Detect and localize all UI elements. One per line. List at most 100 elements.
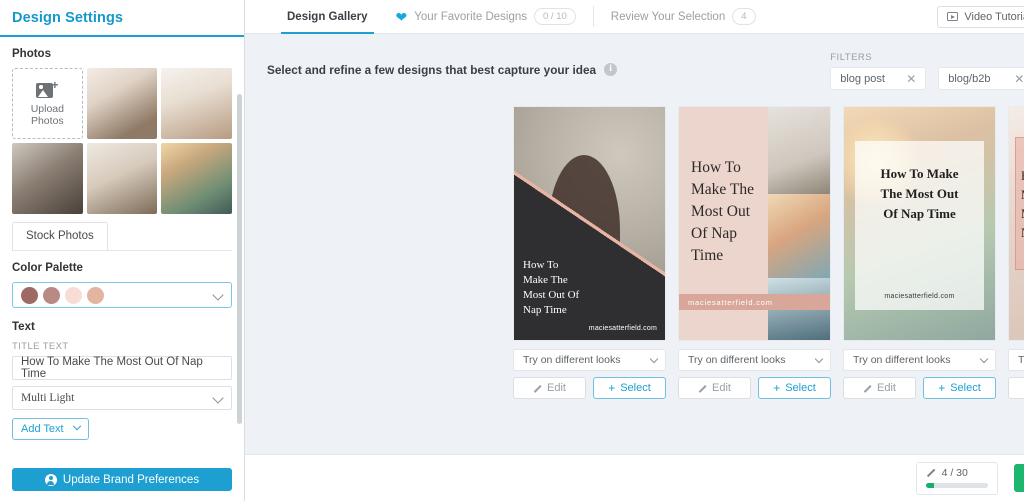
video-tutorial-button[interactable]: Video Tutorial: [937, 5, 1024, 28]
design-settings-sidebar: Design Settings Photos + Upload Photos S…: [0, 0, 245, 501]
photo-thumbnail[interactable]: [12, 143, 83, 214]
filter-chip-row: blog post ✕ blog/b2b ✕ "how-to" post ✕: [830, 67, 1024, 90]
user-icon: [44, 473, 57, 486]
progress-fill: [925, 482, 934, 488]
plus-icon: +: [773, 381, 781, 395]
edit-button[interactable]: Edit: [1008, 377, 1024, 399]
try-different-looks-dropdown[interactable]: Try on different looks: [513, 349, 666, 371]
stock-photos-divider: [12, 250, 232, 251]
remove-filter-icon[interactable]: ✕: [1014, 73, 1024, 85]
tab-design-gallery[interactable]: Design Gallery: [273, 0, 382, 34]
edit-button[interactable]: Edit: [678, 377, 751, 399]
palette-swatch: [65, 286, 82, 304]
pencil-icon: [863, 384, 872, 393]
heart-icon: ❤: [395, 8, 408, 25]
plus-icon: +: [938, 381, 946, 395]
design-watermark: maciesatterfield.com: [884, 293, 955, 300]
play-video-icon: [947, 12, 959, 21]
design-watermark: maciesatterfield.com: [679, 294, 830, 310]
try-different-looks-label: Try on different looks: [1018, 354, 1024, 366]
photo-thumbnail[interactable]: [161, 143, 232, 214]
remove-filter-icon[interactable]: ✕: [906, 73, 916, 85]
photo-grid: + Upload Photos: [12, 68, 232, 214]
filter-chip-label: blog/b2b: [948, 72, 991, 85]
try-different-looks-label: Try on different looks: [853, 354, 951, 366]
chevron-down-icon: [212, 289, 224, 301]
selection-progress: 4 / 30: [915, 461, 998, 495]
review-count-badge: 4: [732, 8, 756, 25]
try-different-looks-dropdown[interactable]: Try on different looks: [678, 349, 831, 371]
design-tool-window: Design Settings Photos + Upload Photos S…: [0, 0, 1024, 501]
info-icon[interactable]: i: [604, 63, 618, 76]
video-tutorial-label: Video Tutorial: [964, 10, 1024, 23]
select-button[interactable]: + Select: [758, 377, 831, 399]
color-palette-selector[interactable]: [12, 282, 232, 308]
chevron-down-icon: [212, 392, 224, 404]
design-thumbnail[interactable]: How ToMake TheMost Out OfNap Time macies…: [513, 106, 666, 341]
top-navigation-bar: Design Gallery ❤ Your Favorite Designs 0…: [245, 0, 1024, 34]
upload-photos-button[interactable]: + Upload Photos: [12, 68, 83, 139]
font-style-value: Multi Light: [21, 392, 75, 404]
upload-label-line2: Photos: [30, 114, 64, 127]
select-label: Select: [620, 382, 651, 394]
favorite-count-badge: 0 / 10: [534, 8, 576, 25]
select-label: Select: [785, 382, 816, 394]
progress-count: 4 / 30: [941, 466, 968, 479]
select-button[interactable]: + Select: [593, 377, 666, 399]
title-text-input[interactable]: How To Make The Most Out Of Nap Time: [12, 356, 232, 380]
palette-swatch: [21, 286, 38, 304]
palette-swatch: [43, 286, 60, 304]
photo-thumbnail[interactable]: [161, 68, 232, 139]
photo-thumbnail[interactable]: [86, 68, 158, 139]
font-style-select[interactable]: Multi Light: [12, 386, 232, 410]
card-action-row: Edit + Select: [678, 377, 831, 399]
filter-chip[interactable]: blog post ✕: [830, 67, 927, 90]
design-thumbnail[interactable]: How To Make The Most Out Of Nap Time maciesa…: [678, 106, 831, 341]
progress-track: [925, 482, 988, 488]
design-watermark: maciesatterfield.com: [588, 325, 657, 332]
design-card: How To Make The Most Out Of Nap Time macie…: [843, 106, 996, 399]
edit-button[interactable]: Edit: [843, 377, 916, 399]
gallery-content-area: Select and refine a few designs that bes…: [245, 34, 1024, 454]
stock-photos-tab[interactable]: Stock Photos: [12, 222, 108, 250]
filter-chip-label: blog post: [840, 72, 885, 85]
sidebar-title: Design Settings: [12, 10, 124, 26]
card-action-row: Edit + Select: [843, 377, 996, 399]
sidebar-body: Photos + Upload Photos Stock Photos Colo…: [0, 48, 244, 501]
design-thumbnail[interactable]: How ToMake TheMost Out OfNap Time macies…: [1008, 106, 1024, 341]
select-button[interactable]: + Select: [923, 377, 996, 399]
upload-label-line1: Upload: [30, 102, 64, 115]
design-watermark: maciesatterfield.com: [1009, 305, 1024, 314]
review-your-selection-button[interactable]: Review Your Selection: [1013, 464, 1024, 492]
design-card: How ToMake TheMost Out OfNap Time macies…: [1008, 106, 1024, 399]
edit-label: Edit: [547, 382, 566, 394]
tab-review-selection[interactable]: Review Your Selection 4: [597, 0, 770, 33]
color-palette-label: Color Palette: [12, 262, 83, 274]
update-brand-preferences-button[interactable]: Update Brand Preferences: [12, 468, 232, 491]
design-thumbnail[interactable]: How To Make The Most Out Of Nap Time macie…: [843, 106, 996, 341]
photo-thumbnail[interactable]: [86, 143, 158, 214]
filters-label: FILTERS: [830, 52, 873, 63]
try-different-looks-dropdown[interactable]: Try on different looks: [843, 349, 996, 371]
edit-button[interactable]: Edit: [513, 377, 586, 399]
photos-section-label: Photos: [12, 48, 51, 60]
select-label: Select: [950, 382, 981, 394]
plus-icon: +: [608, 381, 616, 395]
topbar-actions: Video Tutorial Feedback ✕: [937, 0, 1024, 33]
add-text-button[interactable]: Add Text: [12, 418, 89, 440]
chevron-down-icon: [814, 354, 824, 364]
filter-chip[interactable]: blog/b2b ✕: [938, 67, 1024, 90]
try-different-looks-label: Try on different looks: [688, 354, 786, 366]
card-action-row: Edit + Select: [513, 377, 666, 399]
tab-favorite-designs-label: Your Favorite Designs: [414, 10, 527, 23]
sidebar-title-divider: [0, 35, 244, 37]
pencil-icon: [698, 384, 707, 393]
try-different-looks-dropdown[interactable]: Try on different looks: [1008, 349, 1024, 371]
design-title-text: How To Make The Most Out Of Nap Time: [880, 166, 959, 221]
edit-label: Edit: [712, 382, 731, 394]
tab-favorite-designs[interactable]: ❤ Your Favorite Designs 0 / 10: [382, 0, 590, 33]
sidebar-scrollbar[interactable]: [237, 94, 242, 424]
card-action-row: Edit + Select: [1008, 377, 1024, 399]
chevron-down-icon: [979, 354, 989, 364]
filters-area: FILTERS blog post ✕ blog/b2b ✕ "how-to" …: [830, 52, 1024, 90]
